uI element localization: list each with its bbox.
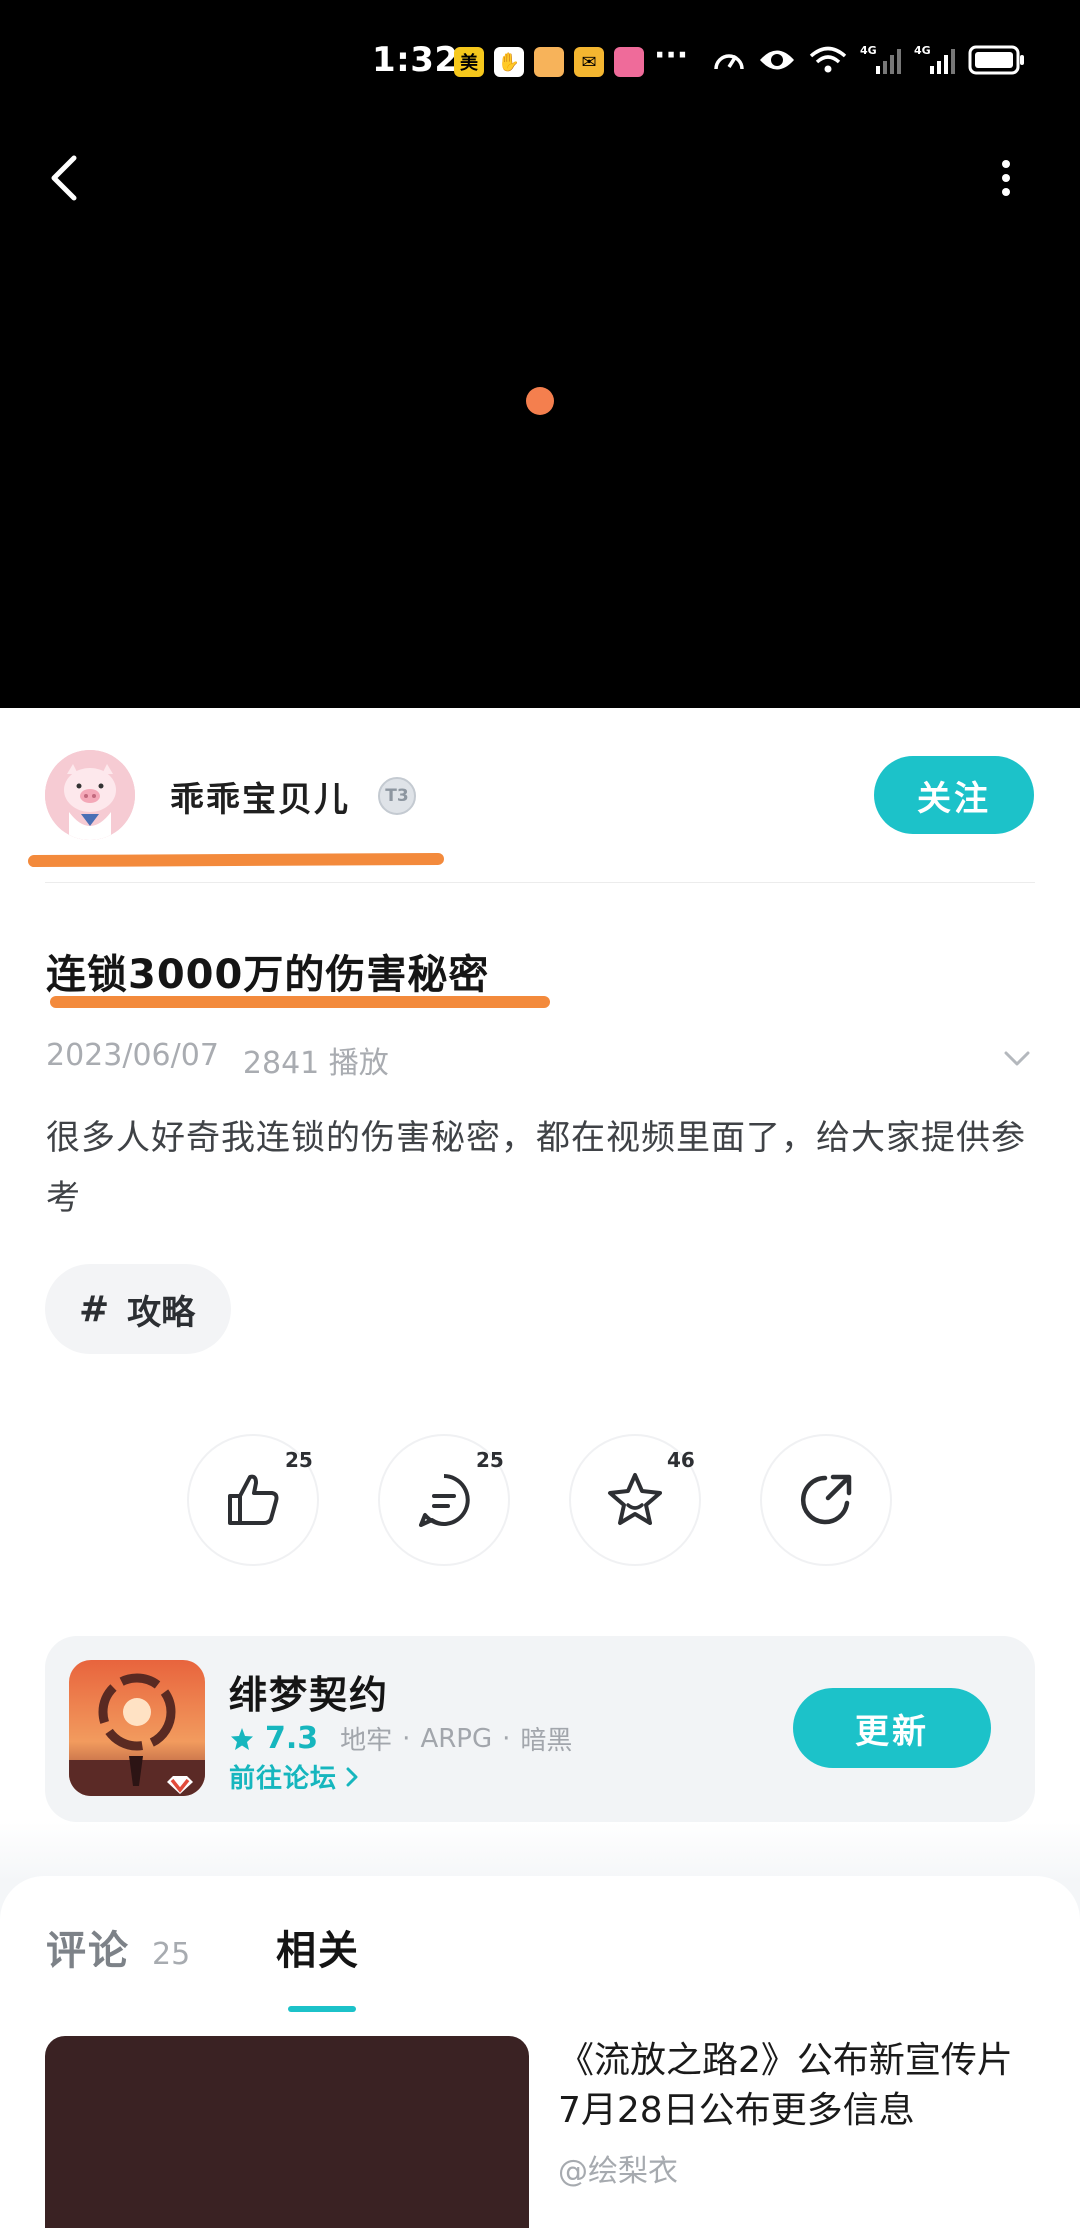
game-genre: ARPG <box>420 1723 493 1754</box>
back-arrow-icon <box>51 155 77 201</box>
tag-label: 攻略 <box>127 1292 196 1333</box>
author-name[interactable]: 乖乖宝贝儿 <box>170 772 350 821</box>
status-time: 1:32 <box>372 40 459 80</box>
meituan-icon: 美 <box>454 47 484 77</box>
follow-button[interactable]: 关注 <box>874 756 1034 834</box>
genre-separator: · <box>402 1723 411 1754</box>
star-icon <box>608 1473 662 1525</box>
genre-separator: · <box>502 1723 511 1754</box>
signal-icon: 4G <box>860 44 901 74</box>
related-title[interactable]: 《流放之路2》公布新宣传片 7月28日公布更多信息 <box>558 2036 1036 2136</box>
game-card[interactable]: 绯梦契约 7.3 地牢 · ARPG · 暗黑 前往论坛 更新 <box>45 1636 1035 1822</box>
post-date: 2023/06/07 <box>46 1038 219 1073</box>
loading-indicator <box>526 387 554 415</box>
svg-text:4G: 4G <box>860 44 877 57</box>
chevron-right-icon <box>346 1767 358 1786</box>
author-row: 乖乖宝贝儿 T3 关注 <box>0 708 1080 884</box>
divider <box>45 882 1035 883</box>
status-indicators: 4G 4G <box>712 44 1026 76</box>
highlight-underline <box>27 852 445 868</box>
post-title: 连锁3000万的伤害秘密 <box>46 952 490 998</box>
related-author: @绘梨衣 <box>558 2154 678 2189</box>
rating-star-icon <box>231 1727 253 1750</box>
post-meta: 2023/06/07 2841 播放 <box>46 1038 389 1082</box>
status-more-icon: ··· <box>654 38 689 73</box>
favorite-count: 46 <box>667 1448 695 1472</box>
share-button[interactable] <box>760 1434 892 1566</box>
favorite-button[interactable]: 46 <box>569 1434 701 1566</box>
comment-icon <box>419 1474 470 1527</box>
game-genre: 暗黑 <box>520 1726 573 1756</box>
hand-icon: ✋ <box>494 47 524 77</box>
signal-2-icon: 4G <box>914 44 955 74</box>
game-icon <box>69 1660 205 1796</box>
game-rating: 7.3 <box>265 1721 319 1756</box>
tab-comments-label: 评论 <box>46 1928 130 1974</box>
more-vertical-icon <box>1002 160 1010 196</box>
related-sheet: 评论 25 相关 《流放之路2》公布新宣传片 7月28日公布更多信息 @绘梨衣 <box>0 1876 1080 2228</box>
action-bar: 25 25 46 <box>0 1434 1080 1566</box>
status-bar: 1:32 美 ✋ ✉ ··· 4G 4G <box>0 0 1080 126</box>
back-button[interactable] <box>36 150 92 206</box>
comment-count: 25 <box>476 1448 504 1472</box>
mail-icon: ✉ <box>574 47 604 77</box>
forum-link-label: 前往论坛 <box>229 1764 338 1794</box>
wifi-icon <box>809 46 847 73</box>
expand-button[interactable] <box>1003 1050 1031 1072</box>
level-badge: T3 <box>378 777 416 815</box>
game-art-icon <box>69 1660 205 1796</box>
status-app-icons: 美 ✋ ✉ <box>454 47 644 77</box>
chevron-down-icon <box>1004 1051 1030 1066</box>
hash-icon: # <box>79 1288 110 1330</box>
battery-icon <box>968 45 1024 75</box>
pig-avatar-icon <box>45 750 135 840</box>
update-button[interactable]: 更新 <box>793 1688 991 1768</box>
video-player[interactable]: 1:32 美 ✋ ✉ ··· 4G 4G <box>0 0 1080 708</box>
tag-chip[interactable]: # 攻略 <box>45 1264 232 1354</box>
game-genre: 地牢 <box>340 1726 393 1756</box>
more-button[interactable] <box>982 150 1030 206</box>
app-pink-icon <box>614 47 644 77</box>
like-button[interactable]: 25 <box>187 1434 319 1566</box>
tab-indicator <box>288 2006 356 2012</box>
svg-text:4G: 4G <box>914 44 931 57</box>
avatar[interactable] <box>45 750 135 840</box>
thumbs-up-icon <box>228 1474 279 1525</box>
game-name: 绯梦契约 <box>229 1673 390 1717</box>
post-description: 很多人好奇我连锁的伤害秘密，都在视频里面了，给大家提供参考 <box>46 1118 1026 1218</box>
comment-button[interactable]: 25 <box>378 1434 510 1566</box>
tab-comments[interactable]: 评论 25 <box>46 1918 190 1976</box>
speed-icon <box>714 54 744 70</box>
related-thumbnail[interactable] <box>45 2036 529 2228</box>
post-plays: 2841 播放 <box>242 1046 389 1081</box>
share-icon <box>800 1474 852 1525</box>
like-count: 25 <box>285 1448 313 1472</box>
title-highlight-underline <box>50 996 550 1008</box>
eye-icon <box>760 50 794 70</box>
tab-related[interactable]: 相关 <box>276 1918 360 1976</box>
game-meta: 7.3 地牢 · ARPG · 暗黑 <box>229 1720 572 1757</box>
tab-comments-count: 25 <box>152 1937 191 1972</box>
forum-link[interactable]: 前往论坛 <box>229 1758 359 1795</box>
app-orange-icon <box>534 47 564 77</box>
